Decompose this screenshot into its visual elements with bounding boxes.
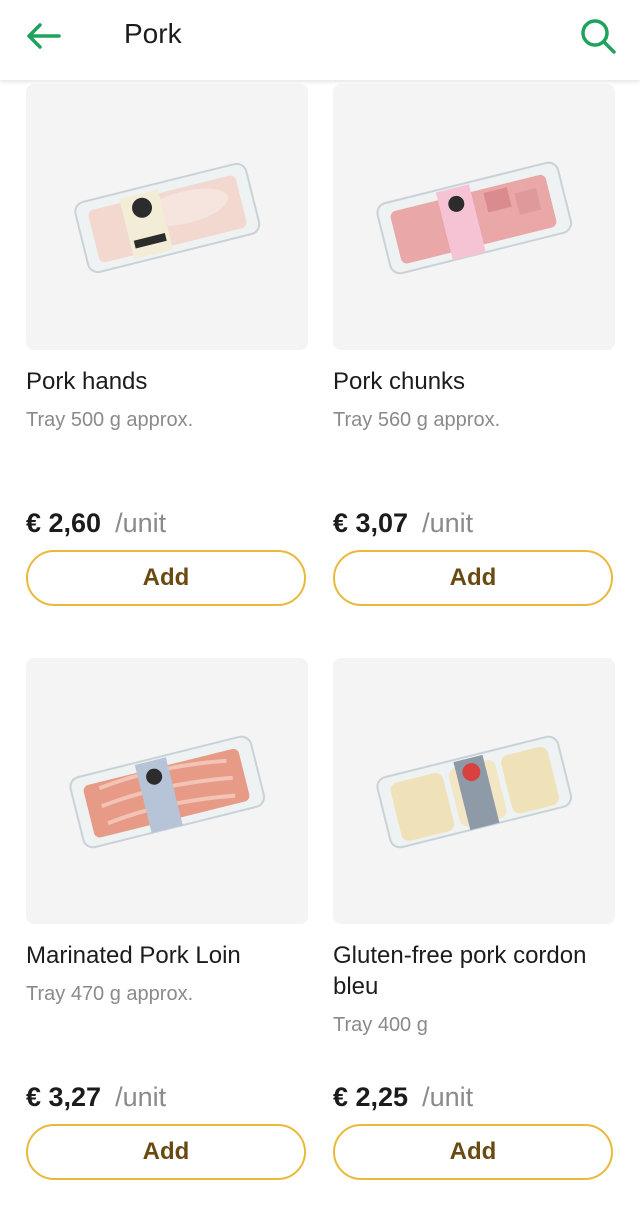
product-image (26, 658, 308, 924)
product-size: Tray 560 g approx. (333, 409, 501, 431)
price-unit: /unit (115, 508, 167, 538)
product-price: € 2,60 (26, 508, 102, 538)
product-size: Tray 470 g approx. (26, 983, 194, 1005)
price-row: € 2,60 /unit (26, 508, 166, 539)
product-card[interactable]: Gluten-free pork cordon bleu Tray 400 g … (333, 658, 615, 1188)
add-button[interactable]: Add (333, 550, 613, 606)
product-card[interactable]: Pork hands Tray 500 g approx. € 2,60 /un… (26, 84, 308, 614)
price-row: € 2,25 /unit (333, 1082, 473, 1113)
product-size: Tray 500 g approx. (26, 409, 194, 431)
price-row: € 3,27 /unit (26, 1082, 166, 1113)
back-button[interactable] (22, 16, 64, 56)
search-button[interactable] (576, 14, 620, 58)
product-card[interactable]: Marinated Pork Loin Tray 470 g approx. €… (26, 658, 308, 1188)
page-title: Pork (124, 18, 182, 49)
product-price: € 3,07 (333, 508, 409, 538)
product-name: Pork chunks (333, 368, 466, 395)
arrow-left-icon (27, 23, 61, 49)
product-name: Gluten-free pork cordon bleu (333, 942, 587, 1000)
product-price: € 3,27 (26, 1082, 102, 1112)
top-app-bar: Pork (0, 0, 640, 80)
product-card[interactable]: Pork chunks Tray 560 g approx. € 3,07 /u… (333, 84, 615, 614)
product-size: Tray 400 g (333, 1014, 428, 1036)
price-unit: /unit (422, 1082, 474, 1112)
add-button[interactable]: Add (333, 1124, 613, 1180)
product-image (26, 84, 308, 350)
add-button[interactable]: Add (26, 1124, 306, 1180)
product-image (333, 84, 615, 350)
add-button[interactable]: Add (26, 550, 306, 606)
price-row: € 3,07 /unit (333, 508, 473, 539)
product-name: Marinated Pork Loin (26, 942, 241, 969)
product-image (333, 658, 615, 924)
product-name: Pork hands (26, 368, 148, 395)
price-unit: /unit (422, 508, 474, 538)
product-price: € 2,25 (333, 1082, 409, 1112)
price-unit: /unit (115, 1082, 167, 1112)
search-icon (581, 19, 616, 54)
